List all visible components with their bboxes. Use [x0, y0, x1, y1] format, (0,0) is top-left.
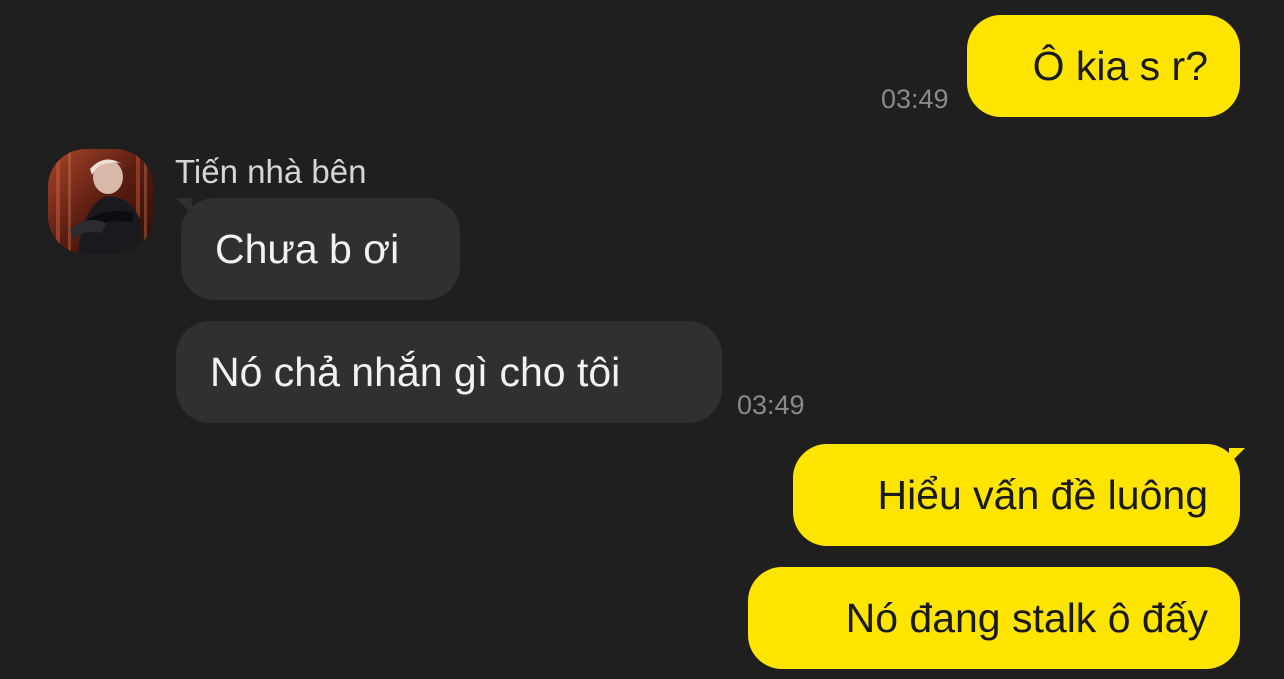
message-text: Ô kia s r?	[1032, 42, 1208, 89]
contact-avatar[interactable]	[48, 149, 153, 254]
sender-name: Tiến nhà bên	[175, 153, 367, 190]
message-timestamp: 03:49	[881, 84, 949, 114]
message-text: Chưa b ơi	[215, 225, 400, 272]
message-text: Hiểu vấn đề luông	[877, 471, 1208, 518]
outgoing-message[interactable]: Ô kia s r?	[967, 15, 1240, 117]
outgoing-message[interactable]: Hiểu vấn đề luông	[793, 444, 1240, 546]
message-text: Nó đang stalk ô đấy	[845, 594, 1208, 641]
outgoing-message[interactable]: Nó đang stalk ô đấy	[748, 567, 1240, 669]
incoming-message[interactable]: Nó chả nhắn gì cho tôi	[176, 321, 722, 423]
message-text: Nó chả nhắn gì cho tôi	[210, 348, 621, 395]
contact-avatar-photo-icon	[48, 149, 153, 254]
incoming-message[interactable]: Chưa b ơi	[181, 198, 460, 300]
chat-view: 03:49 Ô kia s r? Tiến nhà bên Chưa b ơi …	[0, 0, 1284, 679]
message-timestamp: 03:49	[737, 390, 805, 420]
